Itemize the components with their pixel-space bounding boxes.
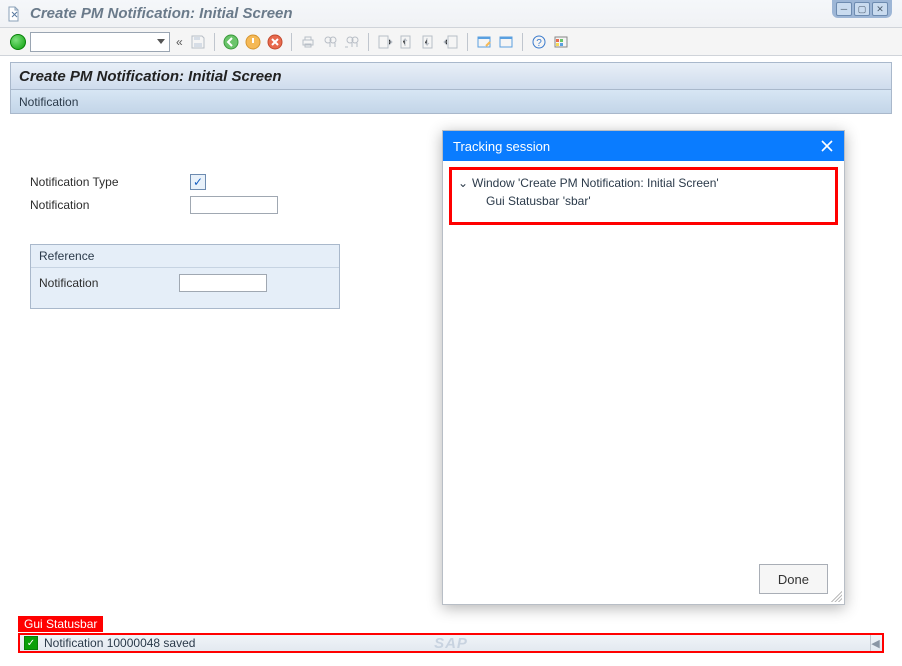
toolbar-separator bbox=[467, 33, 468, 51]
tree-window-label: Window 'Create PM Notification: Initial … bbox=[472, 176, 719, 190]
ref-notification-label: Notification bbox=[39, 276, 179, 290]
reference-group: Reference Notification bbox=[30, 244, 340, 309]
status-success-icon: ✓ bbox=[24, 636, 38, 650]
window-controls: ─ ▢ ✕ bbox=[832, 0, 892, 18]
find-next-icon[interactable] bbox=[343, 33, 361, 51]
tracking-tree-highlight: ⌄ Window 'Create PM Notification: Initia… bbox=[449, 167, 838, 225]
dialog-body: ⌄ Window 'Create PM Notification: Initia… bbox=[443, 161, 844, 554]
reference-group-title: Reference bbox=[31, 245, 339, 268]
notification-type-search-help[interactable]: ✓ bbox=[190, 174, 206, 190]
tree-statusbar-label: Gui Statusbar 'sbar' bbox=[486, 194, 591, 208]
save-icon[interactable] bbox=[189, 33, 207, 51]
window-title: Create PM Notification: Initial Screen bbox=[30, 5, 293, 22]
window-titlebar: Create PM Notification: Initial Screen bbox=[0, 0, 902, 28]
chevron-down-icon[interactable]: ⌄ bbox=[458, 176, 468, 190]
statusbar-annotation-label: Gui Statusbar bbox=[18, 616, 103, 632]
status-message: Notification 10000048 saved bbox=[44, 636, 195, 650]
prev-page-icon[interactable] bbox=[398, 33, 416, 51]
toolbar-separator bbox=[522, 33, 523, 51]
tracking-session-dialog: Tracking session ⌄ Window 'Create PM Not… bbox=[442, 130, 845, 605]
dialog-close-button[interactable] bbox=[820, 139, 834, 153]
help-icon[interactable]: ? bbox=[530, 33, 548, 51]
ok-indicator-icon[interactable] bbox=[10, 34, 26, 50]
next-page-icon[interactable] bbox=[420, 33, 438, 51]
toolbar-separator bbox=[368, 33, 369, 51]
row-ref-notification: Notification bbox=[39, 274, 331, 292]
document-icon bbox=[6, 6, 22, 22]
done-button[interactable]: Done bbox=[759, 564, 828, 594]
dialog-footer: Done bbox=[443, 554, 844, 604]
gui-statusbar: ✓ Notification 10000048 saved SAP ◀ bbox=[18, 633, 884, 653]
exit-icon[interactable] bbox=[244, 33, 262, 51]
cancel-icon[interactable] bbox=[266, 33, 284, 51]
toolbar-separator bbox=[214, 33, 215, 51]
find-icon[interactable] bbox=[321, 33, 339, 51]
maximize-button[interactable]: ▢ bbox=[854, 2, 870, 16]
tree-row-window[interactable]: ⌄ Window 'Create PM Notification: Initia… bbox=[458, 174, 829, 192]
minimize-button[interactable]: ─ bbox=[836, 2, 852, 16]
notification-input[interactable] bbox=[190, 196, 278, 214]
dialog-title: Tracking session bbox=[453, 139, 550, 154]
first-page-icon[interactable] bbox=[376, 33, 394, 51]
statusbar-handle-icon[interactable]: ◀ bbox=[870, 635, 880, 651]
customize-icon[interactable] bbox=[552, 33, 570, 51]
page-subheader: Notification bbox=[10, 90, 892, 114]
notification-label: Notification bbox=[30, 198, 190, 212]
page-header: Create PM Notification: Initial Screen bbox=[10, 62, 892, 90]
back-icon[interactable] bbox=[222, 33, 240, 51]
toolbar-separator bbox=[291, 33, 292, 51]
new-session-icon[interactable] bbox=[475, 33, 493, 51]
print-icon[interactable] bbox=[299, 33, 317, 51]
collapse-button[interactable]: « bbox=[174, 35, 185, 49]
sap-logo: SAP bbox=[434, 635, 468, 652]
generate-shortcut-icon[interactable] bbox=[497, 33, 515, 51]
last-page-icon[interactable] bbox=[442, 33, 460, 51]
close-window-button[interactable]: ✕ bbox=[872, 2, 888, 16]
svg-text:?: ? bbox=[536, 38, 542, 49]
chevron-down-icon bbox=[157, 39, 165, 44]
dialog-titlebar[interactable]: Tracking session bbox=[443, 131, 844, 161]
resize-grip-icon[interactable] bbox=[828, 588, 842, 602]
tree-row-statusbar[interactable]: Gui Statusbar 'sbar' bbox=[458, 192, 829, 210]
page-subtitle: Notification bbox=[19, 95, 78, 109]
page-title: Create PM Notification: Initial Screen bbox=[19, 68, 282, 85]
ref-notification-input[interactable] bbox=[179, 274, 267, 292]
notification-type-label: Notification Type bbox=[30, 175, 190, 189]
toolbar: « ? bbox=[0, 28, 902, 56]
command-dropdown[interactable] bbox=[30, 32, 170, 52]
